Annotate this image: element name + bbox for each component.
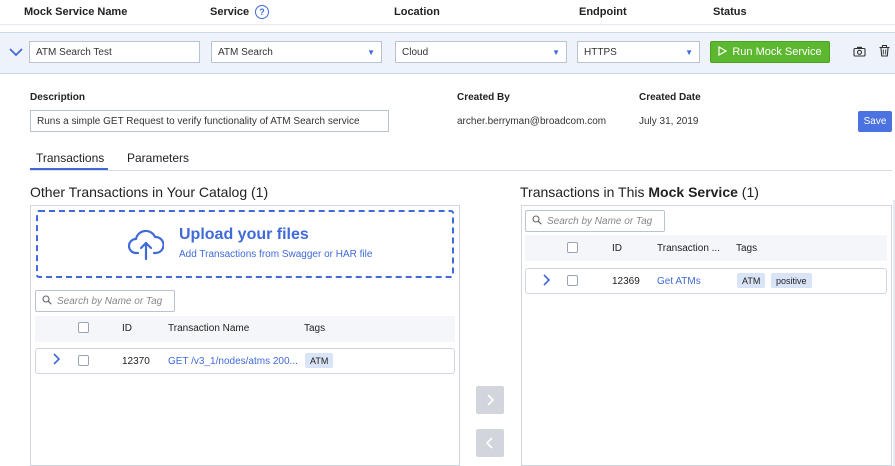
run-mock-service-label: Run Mock Service bbox=[732, 46, 822, 58]
service-name-input[interactable]: ATM Search Test bbox=[29, 41, 200, 63]
save-button[interactable]: Save bbox=[858, 111, 892, 132]
column-header-status: Status bbox=[713, 6, 747, 18]
tag-badge: ATM bbox=[305, 353, 334, 368]
search-icon bbox=[42, 294, 52, 308]
row-checkbox[interactable] bbox=[78, 355, 89, 366]
service-name-value: ATM Search Test bbox=[36, 46, 112, 58]
play-icon bbox=[718, 45, 728, 59]
panel-title-bold: Mock Service bbox=[648, 184, 738, 200]
catalog-panel-title: Other Transactions in Your Catalog (1) bbox=[30, 184, 269, 200]
column-header-endpoint: Endpoint bbox=[579, 6, 627, 18]
mock-service-panel-title: Transactions in This Mock Service (1) bbox=[520, 184, 759, 200]
cloud-upload-icon bbox=[127, 229, 165, 264]
service-select-value: ATM Search bbox=[218, 46, 273, 58]
caret-down-icon: ▼ bbox=[685, 47, 693, 57]
upload-subtitle: Add Transactions from Swagger or HAR fil… bbox=[179, 249, 373, 260]
catalog-col-id: ID bbox=[122, 323, 132, 334]
location-select[interactable]: Cloud ▼ bbox=[395, 41, 567, 63]
catalog-search-input[interactable]: Search by Name or Tag bbox=[35, 290, 175, 312]
header-divider bbox=[0, 24, 895, 25]
tab-parameters[interactable]: Parameters bbox=[127, 151, 189, 165]
tab-transactions[interactable]: Transactions bbox=[36, 151, 104, 165]
tag-badge: ATM bbox=[737, 273, 766, 288]
move-right-button[interactable] bbox=[476, 386, 504, 414]
column-header-name: Mock Service Name bbox=[24, 6, 128, 18]
description-label: Description bbox=[30, 92, 86, 103]
upload-title: Upload your files bbox=[179, 226, 309, 243]
mock-col-name: Transaction ... bbox=[657, 243, 720, 254]
move-left-button[interactable] bbox=[476, 429, 504, 457]
search-icon bbox=[532, 214, 542, 228]
mock-select-all-checkbox[interactable] bbox=[567, 242, 578, 253]
trash-icon[interactable] bbox=[877, 44, 891, 58]
service-select[interactable]: ATM Search ▼ bbox=[211, 41, 382, 63]
upload-dropzone[interactable] bbox=[36, 210, 454, 278]
row-transaction-link[interactable]: GET /v3_1/nodes/atms 200... bbox=[168, 356, 298, 367]
caret-down-icon: ▼ bbox=[552, 47, 560, 57]
run-mock-service-button[interactable]: Run Mock Service bbox=[710, 41, 830, 63]
table-row[interactable] bbox=[525, 268, 887, 294]
created-date-value: July 31, 2019 bbox=[639, 116, 699, 127]
panel-title-prefix: Transactions in This bbox=[520, 184, 649, 200]
description-value: Runs a simple GET Request to verify func… bbox=[37, 115, 360, 127]
catalog-col-tags: Tags bbox=[304, 323, 326, 334]
description-input[interactable]: Runs a simple GET Request to verify func… bbox=[30, 110, 389, 132]
panel-title-suffix: (1) bbox=[737, 184, 759, 200]
tag-badge: positive bbox=[771, 273, 812, 288]
search-placeholder: Search by Name or Tag bbox=[547, 215, 653, 227]
camera-icon[interactable] bbox=[852, 44, 866, 58]
catalog-select-all-checkbox[interactable] bbox=[78, 322, 89, 333]
active-tab-indicator bbox=[30, 168, 108, 170]
tab-divider bbox=[30, 170, 892, 171]
created-by-value: archer.berryman@broadcom.com bbox=[457, 116, 607, 127]
search-placeholder: Search by Name or Tag bbox=[57, 295, 163, 307]
catalog-col-name: Transaction Name bbox=[168, 323, 250, 334]
row-id: 12370 bbox=[122, 356, 150, 367]
row-checkbox[interactable] bbox=[567, 275, 578, 286]
column-header-service: Service bbox=[210, 6, 250, 18]
created-date-label: Created Date bbox=[639, 92, 701, 103]
column-header-location: Location bbox=[394, 6, 440, 18]
help-icon[interactable]: ? bbox=[255, 5, 269, 19]
created-by-label: Created By bbox=[457, 92, 510, 103]
mock-search-input[interactable]: Search by Name or Tag bbox=[525, 210, 665, 232]
row-id: 12369 bbox=[612, 276, 640, 287]
caret-down-icon: ▼ bbox=[367, 47, 375, 57]
row-transaction-link[interactable]: Get ATMs bbox=[657, 276, 701, 287]
chevron-down-icon[interactable] bbox=[9, 44, 23, 60]
chevron-right-icon[interactable] bbox=[52, 353, 61, 368]
endpoint-select-value: HTTPS bbox=[584, 46, 617, 58]
mock-col-id: ID bbox=[612, 243, 622, 254]
chevron-right-icon[interactable] bbox=[542, 274, 551, 289]
mock-col-tags: Tags bbox=[736, 243, 758, 254]
endpoint-select[interactable]: HTTPS ▼ bbox=[577, 41, 700, 63]
location-select-value: Cloud bbox=[402, 46, 429, 58]
